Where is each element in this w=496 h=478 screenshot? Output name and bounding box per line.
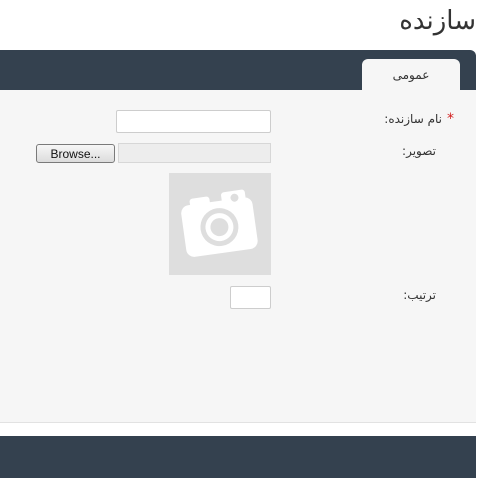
tab-general[interactable]: عمومی <box>362 59 460 91</box>
name-label: نام سازنده: <box>384 112 442 126</box>
footer-bar <box>0 436 476 478</box>
file-path-field[interactable] <box>118 143 271 163</box>
image-preview[interactable] <box>169 173 271 275</box>
order-input[interactable] <box>230 286 271 309</box>
image-label: تصویر: <box>402 144 436 158</box>
name-label-row: * نام سازنده: <box>384 111 454 127</box>
page-title: سازنده <box>399 6 476 36</box>
tab-bar: عمومی <box>0 50 476 91</box>
camera-icon <box>181 189 258 257</box>
required-mark: * <box>447 111 454 127</box>
form-panel: * نام سازنده: تصویر: Browse... ترتیب: <box>0 90 476 423</box>
browse-button[interactable]: Browse... <box>36 144 115 163</box>
order-label: ترتیب: <box>403 288 436 302</box>
name-input[interactable] <box>116 110 271 133</box>
